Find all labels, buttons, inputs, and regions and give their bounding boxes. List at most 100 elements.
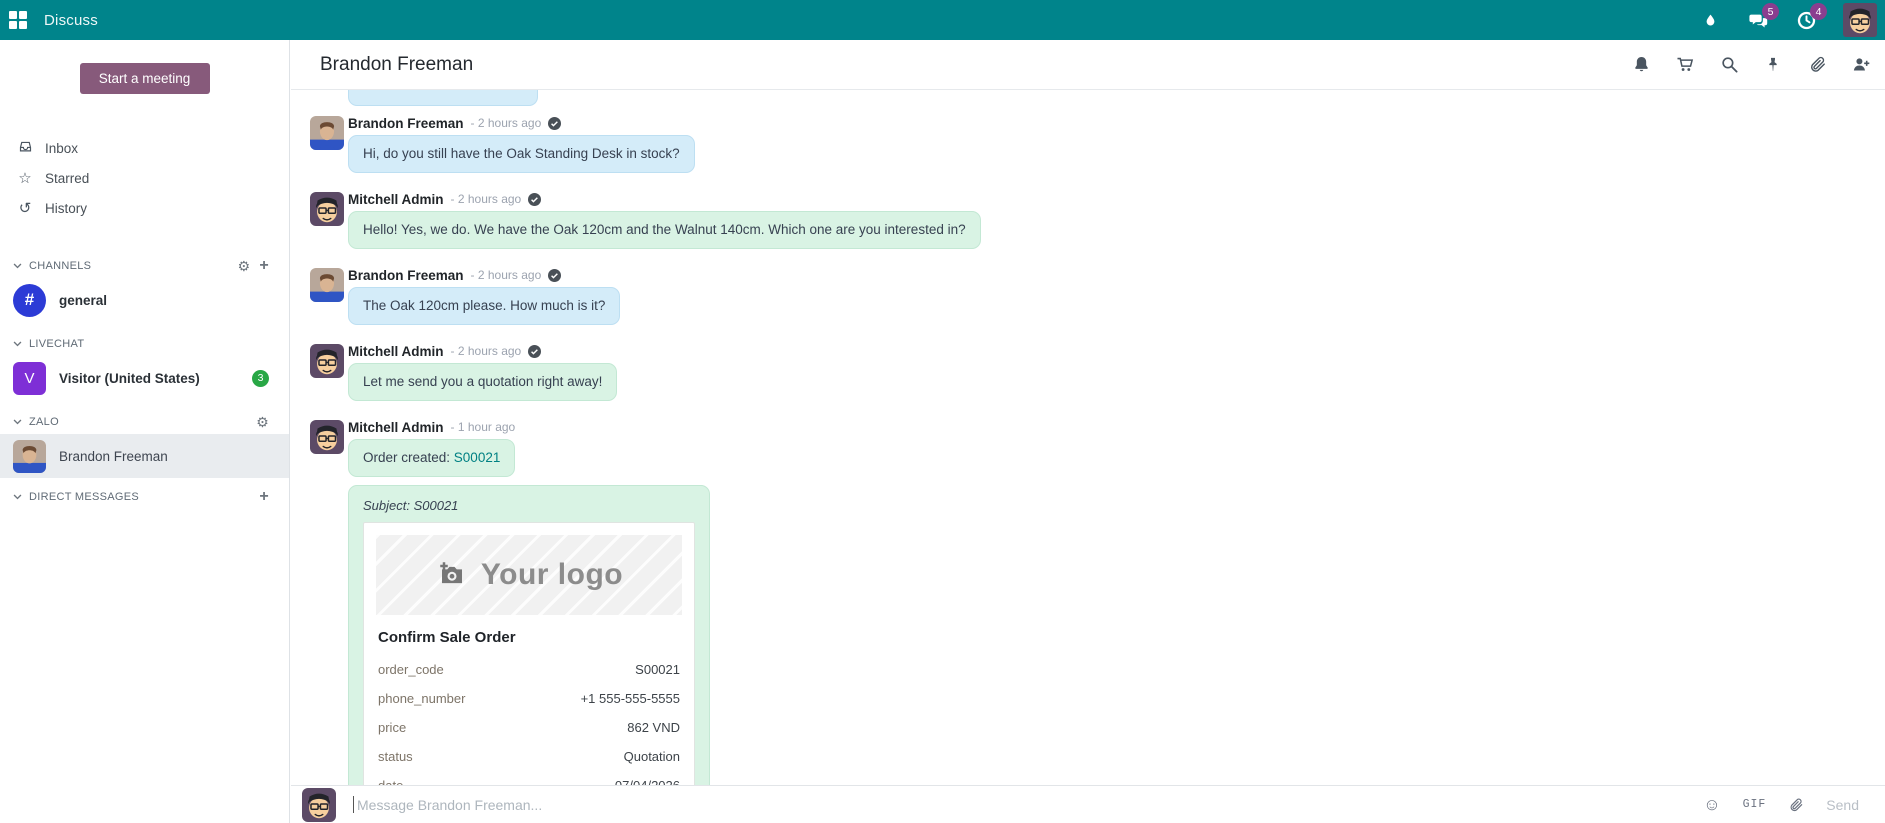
start-meeting-button[interactable]: Start a meeting <box>80 63 210 94</box>
send-button[interactable]: Send <box>1826 797 1859 813</box>
sidebar-item-label: Starred <box>45 171 89 186</box>
message-avatar[interactable] <box>310 420 344 454</box>
cart-icon[interactable] <box>1675 55 1695 75</box>
brandon-avatar-image <box>310 268 344 302</box>
order-card-title: Confirm Sale Order <box>378 629 680 646</box>
chat-header: Brandon Freeman <box>291 40 1885 90</box>
attach-icon[interactable] <box>1788 797 1804 813</box>
order-field-value: S00021 <box>635 662 680 677</box>
section-label: CHANNELS <box>29 260 91 272</box>
company-logo-placeholder: Your logo <box>376 535 682 615</box>
bell-icon[interactable] <box>1631 55 1651 75</box>
section-channels[interactable]: CHANNELS ⚙ + <box>0 257 289 275</box>
order-document: Your logo Confirm Sale Order order_code … <box>363 522 695 785</box>
livechat-row-visitor[interactable]: V Visitor (United States) 3 <box>0 358 289 398</box>
message-avatar[interactable] <box>310 268 344 302</box>
chevron-down-icon <box>13 341 22 347</box>
chevron-down-icon <box>13 263 22 269</box>
activity-clock-icon[interactable]: 4 <box>1795 9 1817 31</box>
topbar-user-avatar[interactable] <box>1843 3 1877 37</box>
order-link[interactable]: S00021 <box>454 450 501 465</box>
app-title[interactable]: Discuss <box>44 12 98 29</box>
message-bubble: Order created: S00021 <box>348 439 515 477</box>
plus-icon[interactable]: + <box>259 258 269 274</box>
unread-count-badge: 3 <box>252 370 269 387</box>
search-icon[interactable] <box>1719 55 1739 75</box>
gear-icon[interactable]: ⚙ <box>256 415 269 429</box>
emoji-icon[interactable]: ☺ <box>1703 795 1720 815</box>
mitchell-avatar-image <box>310 344 344 378</box>
chat-title[interactable]: Brandon Freeman <box>320 54 473 76</box>
message-bubble: Let me send you a quotation right away! <box>348 363 617 401</box>
order-field-value: 862 VND <box>627 720 680 735</box>
composer-user-avatar <box>302 788 336 822</box>
order-field-row: status Quotation <box>364 742 694 771</box>
logo-text: Your logo <box>481 558 623 592</box>
pin-icon[interactable] <box>1763 55 1783 75</box>
order-message-card: Subject: S00021 Your logo Confirm Sale O… <box>348 485 710 785</box>
mitchell-avatar-image <box>302 788 336 822</box>
order-field-row: price 862 VND <box>364 713 694 742</box>
order-field-value: 07/04/2026 <box>615 778 680 785</box>
zalo-row-brandon-freeman[interactable]: Brandon Freeman <box>0 434 289 478</box>
plus-icon[interactable]: + <box>259 489 269 505</box>
channel-row-general[interactable]: # general <box>0 280 289 320</box>
chat-message: Brandon Freeman - 2 hours ago Hi, do you… <box>310 114 1885 173</box>
message-avatar[interactable] <box>310 344 344 378</box>
add-user-icon[interactable] <box>1851 55 1871 75</box>
apps-menu-icon[interactable] <box>9 11 27 29</box>
star-icon: ☆ <box>16 169 34 187</box>
sidebar-item-history[interactable]: ↺ History <box>0 193 289 223</box>
order-field-row: order_code S00021 <box>364 655 694 684</box>
history-icon: ↺ <box>16 199 34 217</box>
paperclip-icon[interactable] <box>1807 55 1827 75</box>
message-scroll-area[interactable]: Brandon Freeman - 2 hours ago Hi, do you… <box>291 90 1885 785</box>
sidebar-item-starred[interactable]: ☆ Starred <box>0 163 289 193</box>
message-bubble: Hi, do you still have the Oak Standing D… <box>348 135 695 173</box>
message-author[interactable]: Mitchell Admin <box>348 344 444 359</box>
message-text: Hello! Yes, we do. We have the Oak 120cm… <box>363 222 966 237</box>
message-text: Order created: S00021 <box>363 450 500 465</box>
verified-check-icon <box>528 193 541 206</box>
order-field-key: price <box>378 720 406 735</box>
verified-check-icon <box>548 117 561 130</box>
message-text: Hi, do you still have the Oak Standing D… <box>363 146 680 161</box>
clipped-message-bubble <box>348 90 538 106</box>
sidebar-item-label: History <box>45 201 87 216</box>
inbox-icon <box>16 139 34 158</box>
gif-button[interactable]: GIF <box>1743 798 1767 811</box>
message-avatar[interactable] <box>310 192 344 226</box>
mitchell-avatar-image <box>310 192 344 226</box>
section-label: ZALO <box>29 416 59 428</box>
mitchell-avatar-image <box>1843 3 1877 37</box>
message-timestamp: - 1 hour ago <box>451 420 516 434</box>
contact-label: Brandon Freeman <box>59 449 168 464</box>
chat-message: Brandon Freeman - 2 hours ago The Oak 12… <box>310 266 1885 325</box>
verified-check-icon <box>548 269 561 282</box>
message-avatar[interactable] <box>310 116 344 150</box>
contact-avatar <box>13 440 46 473</box>
top-navbar: Discuss 5 4 <box>0 0 1885 40</box>
messages-icon[interactable]: 5 <box>1747 9 1769 31</box>
section-livechat[interactable]: LIVECHAT <box>0 335 289 353</box>
sidebar-item-inbox[interactable]: Inbox <box>0 133 289 163</box>
activities-badge: 4 <box>1810 3 1827 20</box>
section-zalo[interactable]: ZALO ⚙ <box>0 413 289 431</box>
camera-icon <box>435 560 469 590</box>
order-field-value: Quotation <box>624 749 680 764</box>
message-author[interactable]: Mitchell Admin <box>348 192 444 207</box>
gear-icon[interactable]: ⚙ <box>237 259 250 273</box>
message-author[interactable]: Brandon Freeman <box>348 116 464 131</box>
section-direct-messages[interactable]: DIRECT MESSAGES + <box>0 488 289 506</box>
message-author[interactable]: Mitchell Admin <box>348 420 444 435</box>
sidebar-item-label: Inbox <box>45 141 78 156</box>
message-bubble: Hello! Yes, we do. We have the Oak 120cm… <box>348 211 981 249</box>
visitor-avatar: V <box>13 362 46 395</box>
message-timestamp: - 2 hours ago <box>471 268 542 282</box>
message-input[interactable] <box>357 797 1703 813</box>
message-timestamp: - 2 hours ago <box>451 192 522 206</box>
messages-badge: 5 <box>1762 3 1779 20</box>
order-field-key: order_code <box>378 662 444 677</box>
message-author[interactable]: Brandon Freeman <box>348 268 464 283</box>
droplet-icon[interactable] <box>1699 9 1721 31</box>
